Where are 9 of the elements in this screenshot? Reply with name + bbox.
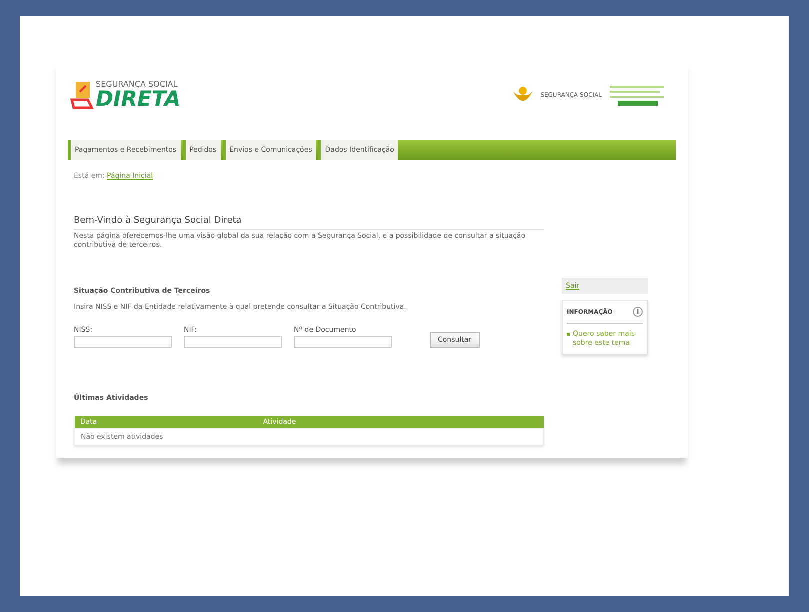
input-field[interactable]: [184, 336, 282, 348]
logo-title: DIRETA: [96, 89, 181, 110]
logo-subtitle: SEGURANÇA SOCIAL: [96, 80, 179, 89]
info-icon: [633, 307, 643, 317]
input-field[interactable]: [74, 336, 172, 348]
logo-icon: [70, 80, 94, 110]
welcome-title: Bem-Vindo à Segurança Social Direta: [74, 216, 544, 230]
bullet-icon: [567, 333, 570, 336]
input-field[interactable]: [294, 336, 392, 348]
